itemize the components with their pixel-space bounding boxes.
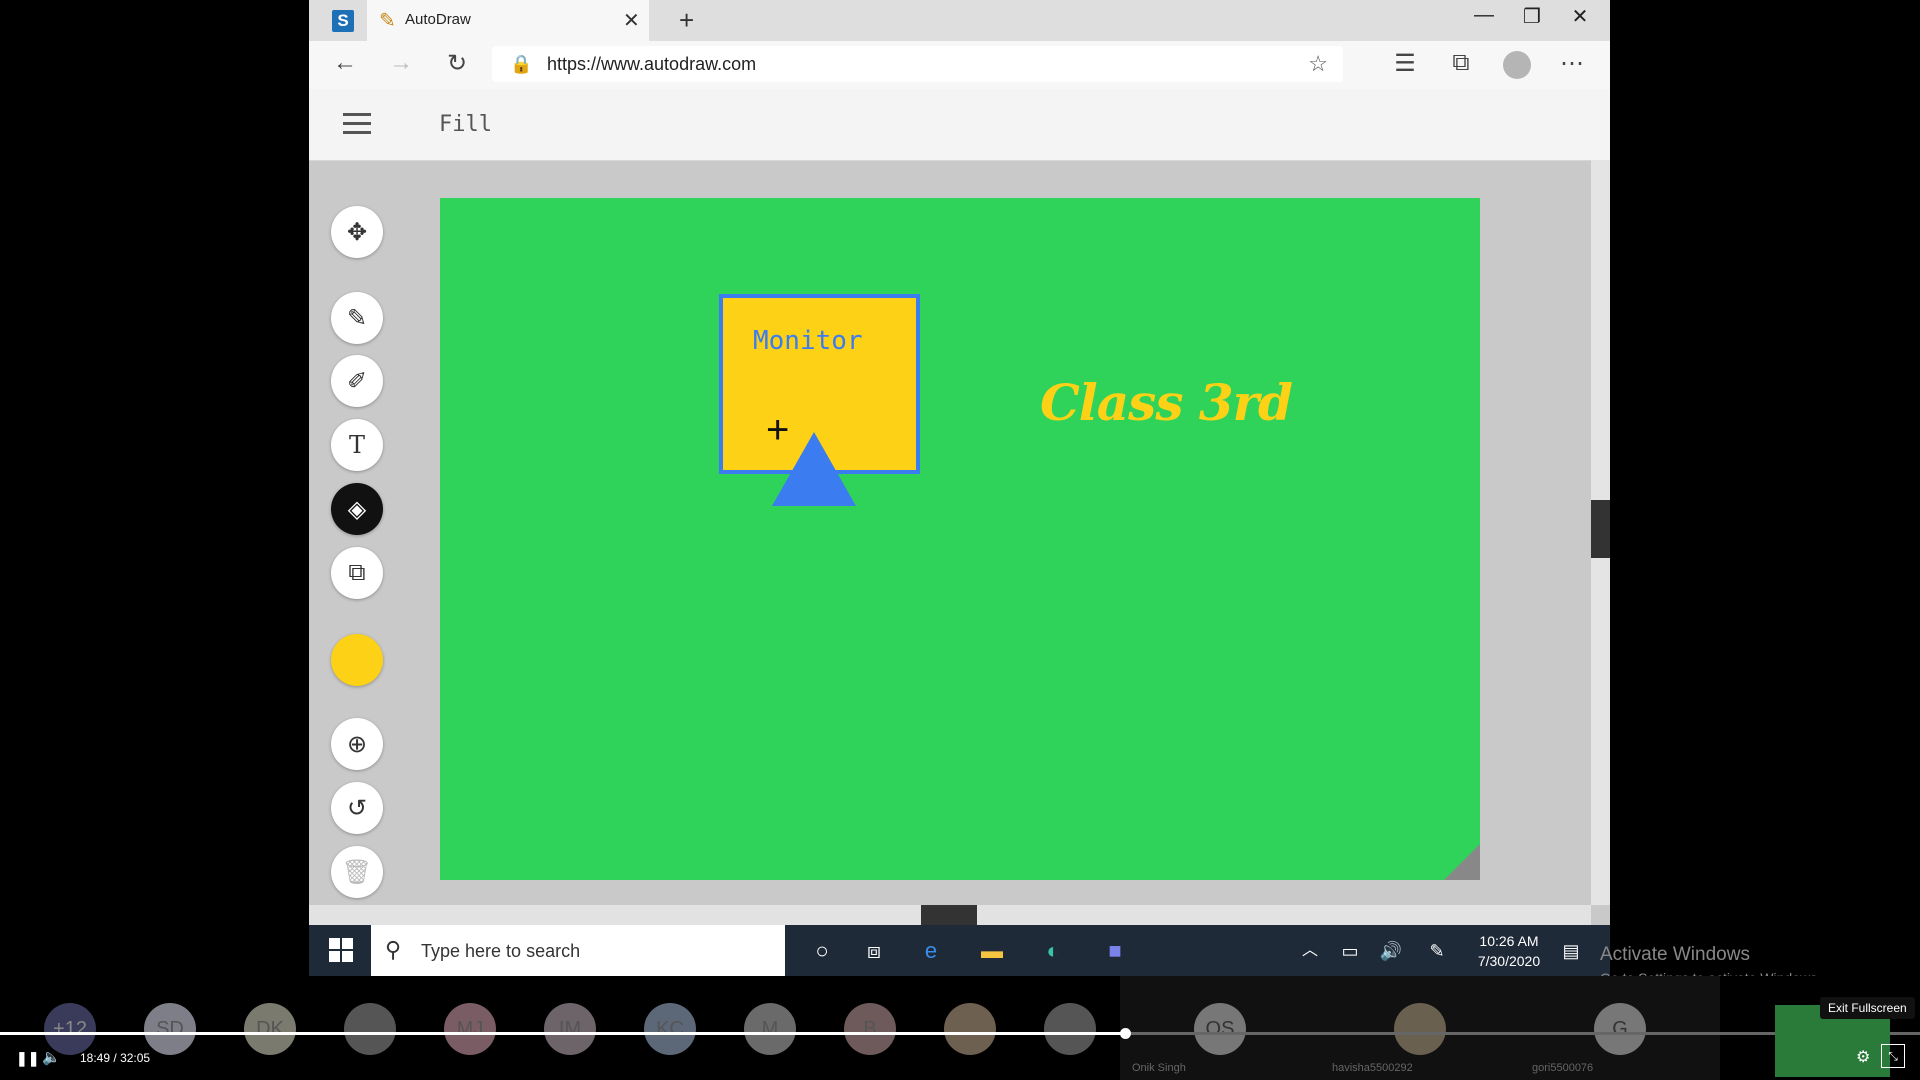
settings-icon[interactable]: ⚙ [1856,1047,1870,1067]
participant-avatar[interactable]: B [844,1003,896,1055]
participant-avatar[interactable]: MJ [444,1003,496,1055]
elapsed-time: 18:49 [80,1051,111,1065]
volume-icon[interactable]: 🔊 [1375,935,1407,967]
tab-bar: S ✎ AutoDraw ✕ + — ❐ ✕ [309,0,1610,41]
new-tab-button[interactable]: + [679,5,694,36]
video-time: 18:49 / 32:05 [80,1051,150,1065]
minimize-button[interactable]: — [1464,4,1504,27]
undo-icon[interactable]: ↺ [331,782,383,834]
maximize-button[interactable]: ❐ [1512,4,1552,29]
taskbar-search-box[interactable]: ⚲ Type here to search [371,925,785,976]
tray-clock[interactable]: 10:26 AM 7/30/2020 [1469,931,1549,971]
participant-avatar[interactable]: G [1594,1003,1646,1055]
lock-icon: 🔒 [510,54,533,74]
browser-window: S ✎ AutoDraw ✕ + — ❐ ✕ ← → ↻ 🔒 https://w… [309,0,1610,976]
zoom-icon[interactable]: ⊕ [331,718,383,770]
nav-bar: ← → ↻ 🔒 https://www.autodraw.com ☆ ☰ ⧉ ⋯ [309,41,1610,89]
windows-taskbar: ⚲ Type here to search ○ ⧈ e ▬ ◐ ■ ︿ ▭ 🔊 … [309,925,1610,976]
participant-name: havisha5500292 [1332,1062,1413,1074]
horizontal-scroll-thumb[interactable] [921,905,977,925]
time-separator: / [113,1051,117,1065]
close-window-button[interactable]: ✕ [1560,4,1600,29]
vertical-scroll-thumb[interactable] [1591,500,1610,558]
file-explorer-icon[interactable]: ▬ [976,935,1008,967]
activate-windows-title: Activate Windows [1600,944,1750,965]
crosshair-cursor-icon: + [766,408,790,452]
participant-avatar[interactable] [1044,1003,1096,1055]
url-text[interactable]: https://www.autodraw.com [547,54,756,75]
shape-icon[interactable]: ⧉ [331,547,383,599]
favorites-icon[interactable]: ☰ [1387,49,1423,78]
clock-date: 7/30/2020 [1477,953,1541,969]
notifications-icon[interactable]: ▤ [1555,935,1587,967]
app-header: Fill [309,89,1610,161]
refresh-icon[interactable]: ↻ [439,49,475,78]
search-icon: ⚲ [385,937,402,962]
video-progress-fill [0,1032,1126,1035]
participant-avatar[interactable]: OS [1194,1003,1246,1055]
pencil-icon: ✎ [379,10,396,32]
cortana-icon[interactable]: ○ [806,935,838,967]
pause-icon[interactable]: ❚❚ [16,1050,39,1067]
pen-icon[interactable]: ✎ [1421,935,1453,967]
tab-title: AutoDraw [405,11,471,28]
network-icon[interactable]: ▭ [1334,935,1366,967]
text-icon[interactable]: T [331,419,383,471]
tab-close-icon[interactable]: ✕ [623,8,640,33]
collections-icon[interactable]: ⧉ [1443,49,1479,77]
volume-icon[interactable]: 🔈 [42,1048,61,1066]
participant-avatar[interactable]: KC [644,1003,696,1055]
back-icon[interactable]: ← [327,49,363,77]
participant-avatar[interactable]: IM [544,1003,596,1055]
windows-start-icon[interactable] [329,938,353,962]
monitor-label[interactable]: Monitor [753,326,863,356]
participant-avatar[interactable]: DK [244,1003,296,1055]
duration: 32:05 [120,1051,151,1065]
participant-name: Onik Singh [1132,1062,1186,1074]
profile-avatar[interactable] [1503,51,1531,79]
edge-legacy-icon[interactable]: e [915,935,947,967]
class-label[interactable]: Class 3rd [1040,373,1293,432]
teams-icon[interactable]: ■ [1099,935,1131,967]
exit-fullscreen-tooltip: Exit Fullscreen [1820,997,1915,1019]
move-icon[interactable]: ✥ [331,206,383,258]
search-placeholder[interactable]: Type here to search [421,941,580,962]
participant-avatar[interactable] [344,1003,396,1055]
favorite-star-icon[interactable]: ☆ [1308,51,1328,77]
participant-avatar[interactable]: SD [144,1003,196,1055]
participant-name: gori5500076 [1532,1062,1594,1074]
address-bar[interactable]: 🔒 https://www.autodraw.com ☆ [492,46,1343,82]
delete-icon[interactable]: 🗑 [331,846,383,898]
task-view-icon[interactable]: ⧈ [858,935,890,967]
more-icon[interactable]: ⋯ [1554,49,1590,78]
hamburger-menu-icon[interactable] [343,113,371,140]
exit-fullscreen-icon[interactable]: ⤡ [1881,1044,1905,1068]
fill-icon[interactable]: ◈ [331,483,383,535]
tab-autodraw[interactable]: ✎ AutoDraw ✕ [367,0,649,41]
tray-expand-icon[interactable]: ︿ [1294,935,1326,967]
clock-time: 10:26 AM [1479,933,1539,949]
canvas-resize-handle[interactable] [1444,844,1480,880]
edge-icon[interactable]: ◐ [1037,935,1069,967]
drawing-canvas[interactable]: Monitor + Class 3rd [440,198,1480,880]
tab-app-icon[interactable]: S [332,10,354,32]
participant-avatar[interactable] [944,1003,996,1055]
color-picker[interactable] [331,634,383,686]
forward-icon[interactable]: → [383,49,419,77]
autodraw-icon[interactable]: ✎ [331,292,383,344]
tool-title: Fill [439,112,492,137]
participant-avatar[interactable] [1394,1003,1446,1055]
participant-avatar[interactable]: M [744,1003,796,1055]
draw-icon[interactable]: ✐ [331,355,383,407]
